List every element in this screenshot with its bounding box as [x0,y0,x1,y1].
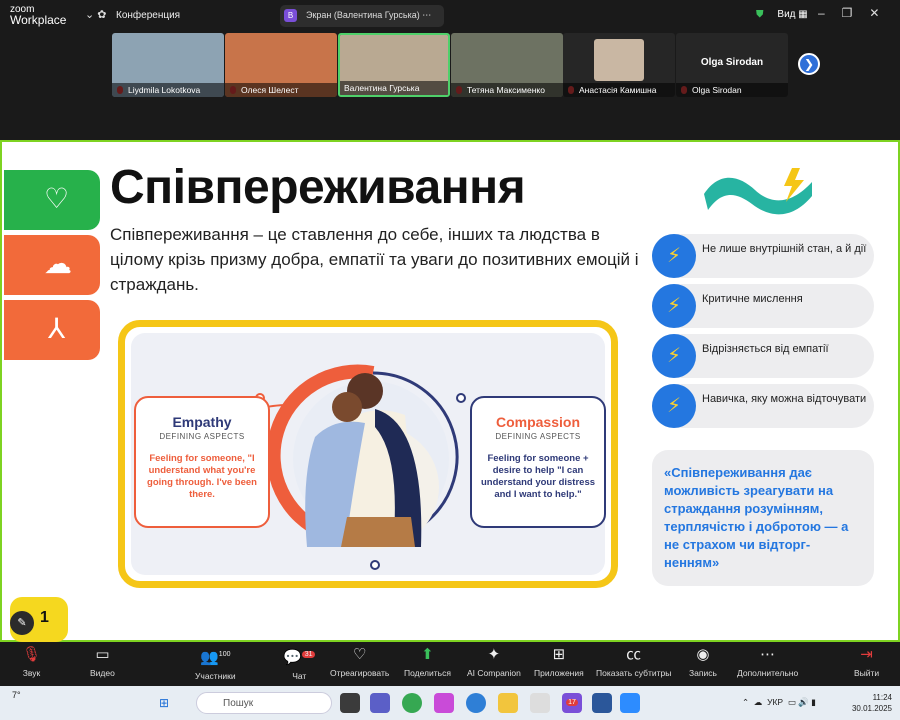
participant-tile[interactable]: Тетяна Максименко [451,33,563,97]
sparkle-icon: ✦ [487,646,501,663]
empathy-card: Empathy DEFINING ASPECTS Feeling for som… [134,396,270,528]
decorative-wave [704,168,812,215]
mic-off-icon: 🎙 [22,646,42,663]
heart-icon: ♡ [352,646,367,663]
heart-pulse-icon: ♡ [44,183,70,214]
share-button[interactable]: ⬆ Поделиться [404,645,451,678]
page-number: 1 [40,609,49,626]
heart-tab: ♡ [4,170,100,230]
leave-button[interactable]: ⇥ Выйти [854,645,879,678]
view-button[interactable]: ⛊ Вид ▦ [756,9,808,20]
lightning-icon: ⚡ [652,234,696,278]
more-icon: ⋯ [760,646,776,663]
ai-companion-button[interactable]: ✦ AI Companion [467,645,521,678]
chat-button[interactable]: 💬 31 Чат [283,645,316,681]
react-button[interactable]: ♡ Отреагировать [330,645,389,678]
slide-title: Співпереживання [110,161,526,214]
explorer-icon[interactable] [498,693,518,713]
apps-icon: ⊞ [552,646,566,663]
mic-button[interactable]: 🎙 Звук [22,645,41,678]
next-page-arrow-icon[interactable]: ❯ [798,53,820,75]
hands-tab: ⅄ [4,300,100,360]
pill-skill: ⚡ Навичка, яку можна відточувати [652,384,874,428]
viber-icon[interactable]: 17 [562,693,582,713]
window-controls[interactable]: –❐✕ [818,6,897,20]
pill-actions: ⚡ Не лише внутрішній стан, а й дії [652,234,874,278]
people-icon: 👥100 [200,649,231,666]
hands-icon: ⅄ [48,313,66,344]
store-icon[interactable] [530,693,550,713]
record-button[interactable]: ◉ Запись [689,645,717,678]
screen-share-indicator[interactable]: Экран (Валентина Гурська) ⋯ [280,5,444,27]
participant-tile[interactable]: Liydmila Lokotkova [112,33,224,97]
more-button[interactable]: ⋯ Дополнительно [737,645,798,678]
quote-box: «Співпереживання дає можливість зреагува… [652,450,874,586]
record-icon: ◉ [696,646,710,663]
participant-tile[interactable]: Олеся Шелест [225,33,337,97]
presenter-avatar: В [284,9,297,22]
brain-tab: ☁ [4,235,100,295]
participants-button[interactable]: 👥100 Участники [195,645,236,681]
system-tray[interactable]: ⌃ ☁ УКР ▭ 🔊 ▮ [742,697,816,708]
task-view-icon[interactable] [340,693,360,713]
video-button[interactable]: ▭ Видео [90,645,115,678]
apps-button[interactable]: ⊞ Приложения [534,645,584,678]
start-icon[interactable]: ⊞ [154,693,174,713]
participant-tile[interactable]: Olga Sirodan Olga Sirodan [676,33,788,97]
lightning-icon: ⚡ [652,384,696,428]
chrome-icon[interactable] [402,693,422,713]
pill-critical-thinking: ⚡ Критичне мислення [652,284,874,328]
cc-icon: ㏄ [626,646,642,663]
share-screen-icon: ⬆ [421,646,434,663]
app-menu-chevron-icon[interactable]: ⌄ ✿ [85,8,107,21]
compassion-card: Compassion DEFINING ASPECTS Feeling for … [470,396,606,528]
captions-button[interactable]: ㏄ Показать субтитры [596,645,671,678]
pill-differs-from-empathy: ⚡ Відрізняється від емпатії [652,334,874,378]
brain-icon: ☁ [44,248,72,279]
weather-widget[interactable]: 7° [12,690,21,700]
leave-icon: ⇥ [860,646,873,663]
copilot-icon[interactable] [434,693,454,713]
zoom-icon[interactable] [620,693,640,713]
edge-icon[interactable] [466,693,486,713]
participant-tile-active[interactable]: Валентина Гурська [338,33,450,97]
participant-tile[interactable]: Анастасія Камишна [563,33,675,97]
zoom-logo: zoom Workplace [10,4,67,27]
lightning-icon: ⚡ [652,334,696,378]
clock[interactable]: 11:24 30.01.2025 [832,692,892,714]
slide-description: Співпереживання – це ставлення до себе, … [110,225,639,294]
teams-icon[interactable] [370,693,390,713]
annotate-pencil-icon[interactable]: ✎ [10,611,34,635]
word-icon[interactable] [592,693,612,713]
conference-label[interactable]: Конференция [116,10,180,21]
camera-icon: ▭ [95,646,110,663]
shield-icon: ⛊ [756,9,764,20]
participant-photo [594,39,644,81]
taskbar-search[interactable]: Пошук [196,692,332,714]
chat-icon: 💬 31 [283,645,316,668]
lightning-icon: ⚡ [652,284,696,328]
